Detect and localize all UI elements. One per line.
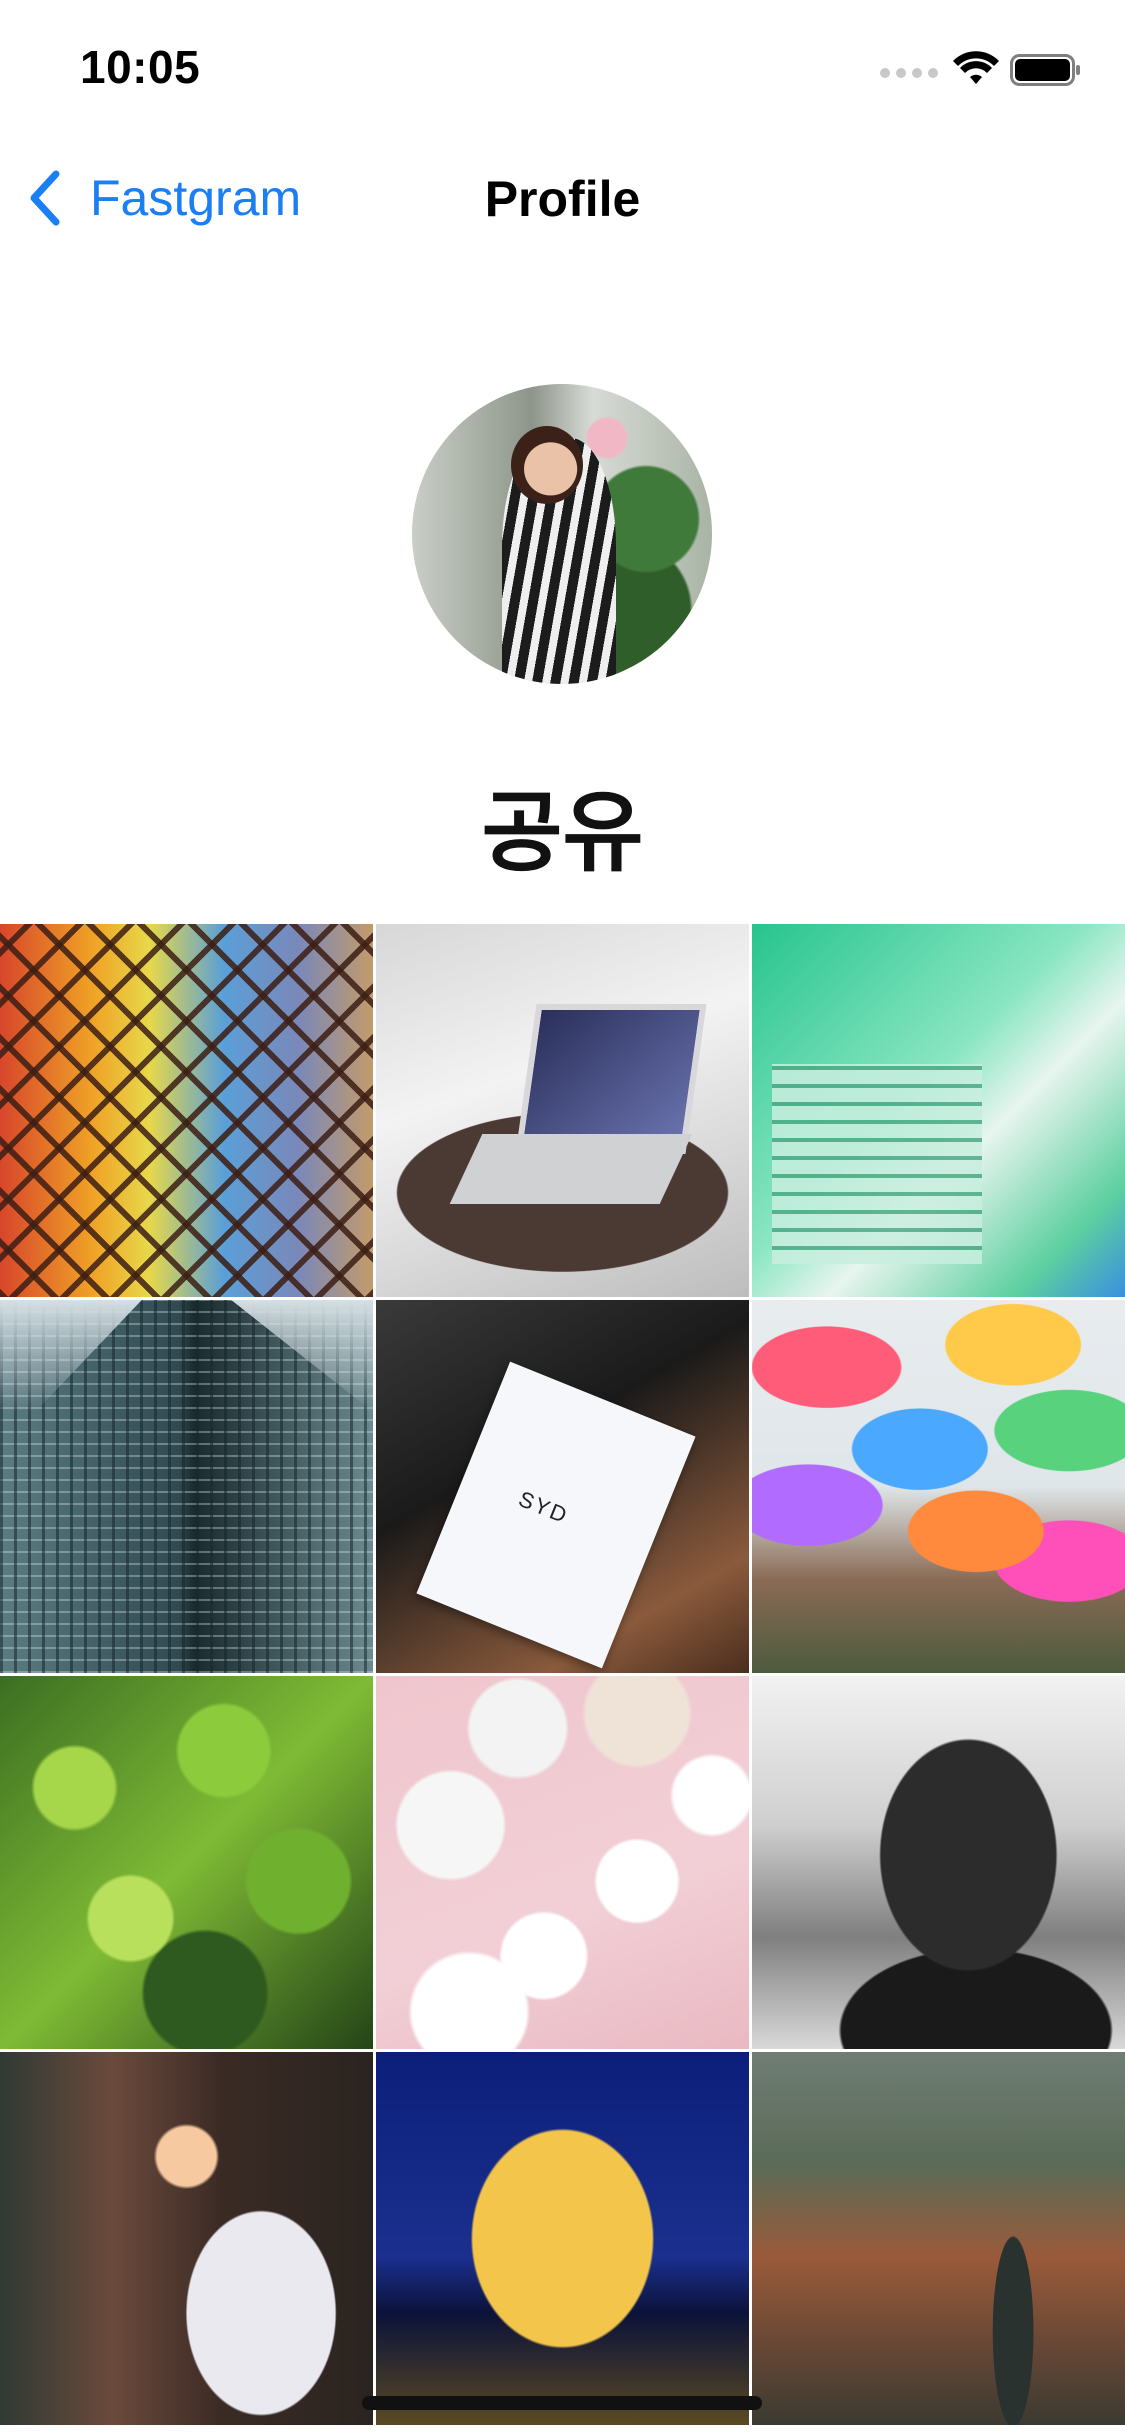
home-indicator[interactable]	[362, 2396, 762, 2410]
navigation-bar: Fastgram Profile	[0, 150, 1125, 246]
photo-item[interactable]	[752, 1300, 1125, 1673]
card-text: SYD	[515, 1486, 573, 1529]
avatar-person-head	[511, 426, 583, 504]
machine-panel	[772, 1064, 982, 1264]
sky	[0, 1300, 373, 1450]
user-name: 공유	[481, 781, 644, 884]
photo-item[interactable]	[376, 1676, 749, 2049]
photo-item[interactable]	[752, 2052, 1125, 2425]
page-title: Profile	[484, 171, 641, 227]
laptop-screen	[515, 1004, 707, 1154]
status-bar: 10:05	[0, 0, 1125, 132]
wifi-icon	[953, 51, 999, 84]
photo-item[interactable]	[752, 1676, 1125, 2049]
status-time: 10:05	[80, 41, 201, 93]
avatar[interactable]	[412, 384, 712, 684]
photo-item[interactable]	[0, 1676, 373, 2049]
photo-item[interactable]	[376, 2052, 749, 2425]
photo-item[interactable]	[0, 924, 373, 1297]
photo-item[interactable]	[0, 1300, 373, 1673]
paper-card: SYD	[416, 1361, 696, 1669]
photo-item[interactable]: SYD	[376, 1300, 749, 1673]
photo-item[interactable]	[376, 924, 749, 1297]
laptop-keyboard	[449, 1134, 693, 1204]
battery-icon	[1010, 54, 1080, 86]
photo-item[interactable]	[752, 924, 1125, 1297]
cellular-signal-icon	[880, 68, 938, 78]
profile-screen: 10:05 Fastgram Profile 공유 SYD	[0, 0, 1125, 2436]
photo-item[interactable]	[0, 2052, 373, 2425]
